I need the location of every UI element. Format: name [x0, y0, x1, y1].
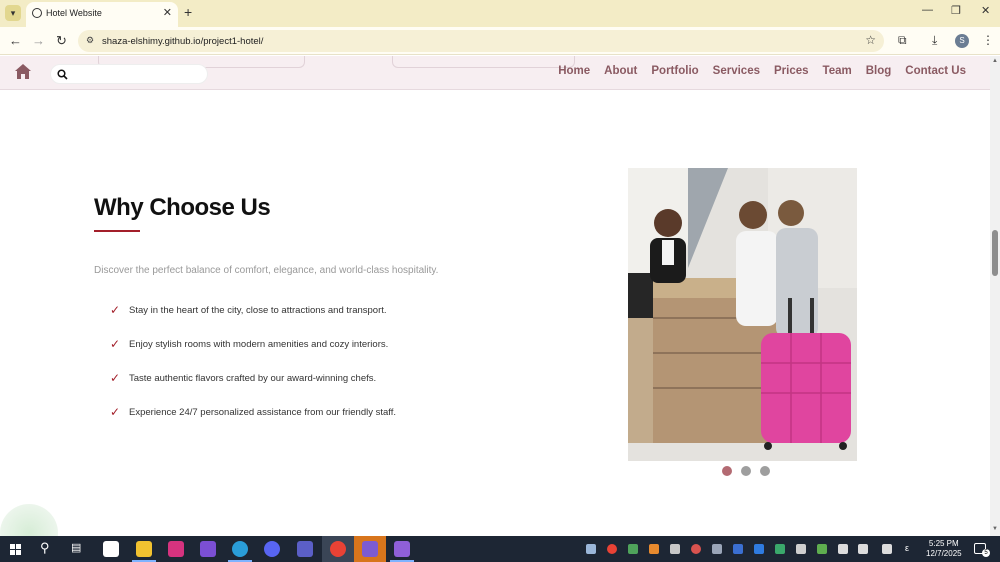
taskbar-search-icon[interactable]: ⚲: [40, 540, 50, 556]
bluetooth-icon[interactable]: [754, 544, 764, 554]
browser-tab[interactable]: Hotel Website ✕: [26, 2, 178, 27]
camera-app-icon[interactable]: [103, 541, 119, 557]
omnibox[interactable]: ⚙ shaza-elshimy.github.io/project1-hotel…: [78, 30, 884, 52]
profile-avatar[interactable]: S: [955, 34, 969, 48]
search-icon: [57, 69, 68, 80]
tray-icon[interactable]: [586, 544, 596, 554]
tray-icon[interactable]: [775, 544, 785, 554]
menu-portfolio[interactable]: Portfolio: [651, 65, 698, 77]
carousel-dot-1[interactable]: [722, 466, 732, 476]
page-scrollbar[interactable]: ▲ ▼: [990, 56, 1000, 536]
restore-icon[interactable]: ❐: [951, 4, 961, 17]
check-icon: ✓: [110, 405, 121, 419]
check-icon: ✓: [110, 303, 121, 317]
wifi-icon[interactable]: [838, 544, 848, 554]
tray-icon[interactable]: [628, 544, 638, 554]
section-lead: Discover the perfect balance of comfort,…: [94, 265, 439, 276]
notification-badge: 5: [982, 549, 990, 557]
feature-item: ✓ Taste authentic flavors crafted by our …: [110, 371, 377, 385]
task-view-icon[interactable]: ▤: [71, 541, 81, 554]
volume-icon[interactable]: [858, 544, 868, 554]
menu-contact-us[interactable]: Contact Us: [905, 65, 966, 77]
carousel-dot-3[interactable]: [760, 466, 770, 476]
site-navbar: Home About Portfolio Services Prices Tea…: [0, 56, 990, 90]
scroll-down-icon[interactable]: ▼: [992, 526, 998, 532]
menu-prices[interactable]: Prices: [774, 65, 809, 77]
home-icon[interactable]: [14, 63, 32, 81]
more-menu-icon[interactable]: ⋮: [982, 33, 994, 47]
windows-start-icon[interactable]: [10, 544, 21, 555]
menu-home[interactable]: Home: [558, 65, 590, 77]
extensions-icon[interactable]: ⧉: [898, 33, 907, 48]
feature-item: ✓ Stay in the heart of the city, close to…: [110, 303, 387, 317]
teams-icon[interactable]: [297, 541, 313, 557]
forward-icon[interactable]: →: [32, 33, 45, 48]
windows-taskbar: ⚲ ▤ ε 5:25 PM 12/7/2025 5: [0, 536, 1000, 562]
scroll-thumb[interactable]: [992, 230, 998, 276]
menu-services[interactable]: Services: [713, 65, 760, 77]
feature-list: ✓ Stay in the heart of the city, close to…: [110, 303, 397, 440]
tray-chrome-icon[interactable]: [607, 544, 617, 554]
search-input[interactable]: [50, 64, 208, 84]
tray-icon[interactable]: [691, 544, 701, 554]
tray-icon[interactable]: [670, 544, 680, 554]
main-menu: Home About Portfolio Services Prices Tea…: [558, 65, 966, 77]
back-icon[interactable]: ←: [9, 33, 22, 48]
clock-date: 12/7/2025: [926, 549, 962, 558]
feature-item: ✓ Enjoy stylish rooms with modern ameniti…: [110, 337, 389, 351]
title-underline: [94, 230, 140, 232]
bookmark-star-icon[interactable]: ☆: [865, 33, 876, 47]
discord-icon[interactable]: [264, 541, 280, 557]
carousel-indicators: [722, 466, 770, 476]
globe-icon: [32, 8, 42, 18]
telegram-icon[interactable]: [232, 541, 248, 557]
battery-icon[interactable]: [796, 544, 806, 554]
download-icon[interactable]: ⤓: [932, 33, 937, 48]
instagram-icon[interactable]: [168, 541, 184, 557]
app-icon[interactable]: [362, 541, 378, 557]
browser-tab-bar: ▾ Hotel Website ✕ + — ❐ ✕: [0, 0, 1000, 27]
menu-about[interactable]: About: [604, 65, 637, 77]
menu-blog[interactable]: Blog: [866, 65, 892, 77]
chrome-icon[interactable]: [330, 541, 346, 557]
new-tab-icon[interactable]: +: [184, 4, 192, 20]
app-icon[interactable]: [394, 541, 410, 557]
tab-search-icon[interactable]: ▾: [5, 5, 21, 21]
check-icon: ✓: [110, 371, 121, 385]
section-title: Why Choose Us: [94, 194, 271, 221]
tray-icon[interactable]: [733, 544, 743, 554]
tray-icon[interactable]: [649, 544, 659, 554]
close-tab-icon[interactable]: ✕: [163, 6, 172, 19]
tab-title: Hotel Website: [46, 8, 102, 18]
file-explorer-icon[interactable]: [136, 541, 152, 557]
visual-studio-icon[interactable]: [200, 541, 216, 557]
feature-item: ✓ Experience 24/7 personalized assistance…: [110, 405, 397, 419]
pen-icon[interactable]: [882, 544, 892, 554]
site-info-icon[interactable]: ⚙: [86, 35, 94, 46]
nav-decoration: [392, 56, 575, 68]
check-icon: ✓: [110, 337, 121, 351]
reload-icon[interactable]: ↻: [56, 33, 67, 49]
close-window-icon[interactable]: ✕: [981, 4, 990, 17]
tray-icon[interactable]: [817, 544, 827, 554]
tray-icon[interactable]: [712, 544, 722, 554]
minimize-icon[interactable]: —: [922, 4, 933, 16]
taskbar-clock[interactable]: 5:25 PM 12/7/2025: [926, 539, 962, 559]
url-text[interactable]: shaza-elshimy.github.io/project1-hotel/: [102, 36, 263, 47]
scroll-up-icon[interactable]: ▲: [992, 58, 998, 64]
carousel-image: [628, 168, 857, 461]
clock-time: 5:25 PM: [928, 539, 959, 548]
menu-team[interactable]: Team: [823, 65, 852, 77]
language-icon[interactable]: ε: [905, 543, 909, 553]
why-choose-us-section: Why Choose Us Discover the perfect balan…: [0, 90, 990, 536]
page-viewport: Home About Portfolio Services Prices Tea…: [0, 56, 990, 536]
address-toolbar: ← → ↻ ⚙ shaza-elshimy.github.io/project1…: [0, 27, 1000, 55]
carousel-dot-2[interactable]: [741, 466, 751, 476]
